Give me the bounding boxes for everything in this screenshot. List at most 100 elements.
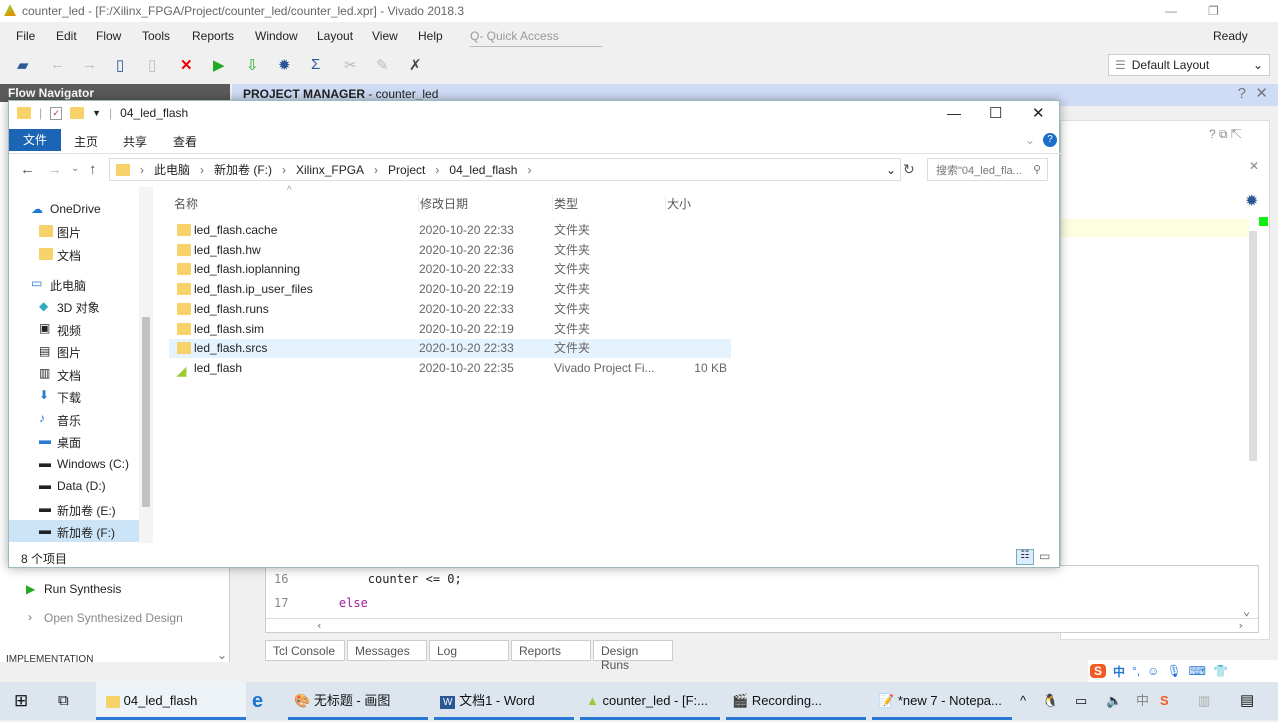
nav-onedrive[interactable]: OneDrive xyxy=(50,202,101,216)
tray-expand-icon[interactable]: ^ xyxy=(1020,682,1026,720)
sogou-tray-icon[interactable]: S xyxy=(1160,682,1169,720)
horizontal-scrollbar[interactable]: ‹ › xyxy=(266,618,1258,632)
action-center-icon[interactable]: ▤ xyxy=(1240,682,1254,720)
nav-drive-e[interactable]: 新加卷 (E:) xyxy=(57,502,116,519)
taskbar-vivado[interactable]: ▲ counter_led - [F:... xyxy=(580,682,720,720)
breadcrumb-item[interactable]: 新加卷 (F:) xyxy=(214,161,272,178)
scroll-down-icon[interactable]: ⌄ xyxy=(217,648,227,662)
tool2-icon[interactable]: ✎ xyxy=(376,56,389,74)
tool-icon[interactable]: ✂ xyxy=(344,56,357,74)
close-icon[interactable]: ✕ xyxy=(1255,84,1268,104)
menu-file[interactable]: File xyxy=(16,29,35,43)
panel-close-icon[interactable]: ✕ xyxy=(1249,159,1259,173)
file-row[interactable]: led_flash.runs 2020-10-20 22:33 文件夹 xyxy=(169,300,731,319)
col-type[interactable]: 类型 xyxy=(552,195,578,212)
task-view-button[interactable]: ⧉ xyxy=(58,682,69,720)
menu-layout[interactable]: Layout xyxy=(317,29,353,43)
punct-icon[interactable]: °, xyxy=(1132,664,1140,678)
col-date[interactable]: 修改日期 xyxy=(418,195,468,212)
nav-videos[interactable]: 视频 xyxy=(57,322,81,339)
nav-drive-c[interactable]: Windows (C:) xyxy=(57,457,129,471)
nav-pictures-pc[interactable]: 图片 xyxy=(57,344,81,361)
open-synthesized-design[interactable]: Open Synthesized Design xyxy=(44,611,183,625)
breadcrumb-item[interactable]: 此电脑 xyxy=(154,161,190,178)
tab-reports[interactable]: Reports xyxy=(511,640,591,661)
cancel-tool-icon[interactable]: ✗ xyxy=(409,56,422,74)
breadcrumb-item[interactable]: Project xyxy=(388,163,425,177)
nav-documents-pc[interactable]: 文档 xyxy=(57,367,81,384)
customize-dropdown-icon[interactable]: ▼ xyxy=(92,108,101,118)
nav-documents[interactable]: 文档 xyxy=(57,247,81,264)
ime-tray-icon[interactable]: 中 xyxy=(1136,682,1149,720)
tab-log[interactable]: Log xyxy=(429,640,509,661)
menu-edit[interactable]: Edit xyxy=(56,29,77,43)
ime-mode[interactable]: 中 xyxy=(1113,663,1125,680)
nav-pictures[interactable]: 图片 xyxy=(57,224,81,241)
col-name[interactable]: 名称 xyxy=(174,195,198,212)
keyboard-icon[interactable]: ⌨ xyxy=(1189,664,1206,678)
col-size[interactable]: 大小 xyxy=(665,195,691,212)
paste-icon[interactable]: ▯ xyxy=(148,56,156,74)
maximize-button[interactable]: ☐ xyxy=(989,104,1002,122)
nav-drive-d[interactable]: Data (D:) xyxy=(57,479,106,493)
run-icon[interactable]: ▶ xyxy=(213,56,225,74)
gear-icon[interactable]: ✹ xyxy=(1245,191,1258,211)
details-view-icon[interactable]: ☷ xyxy=(1016,549,1034,565)
edge-icon[interactable]: e xyxy=(252,682,263,720)
address-dropdown-icon[interactable]: ⌄ xyxy=(886,163,896,177)
scroll-down-icon[interactable]: ⌄ xyxy=(1243,604,1250,618)
breadcrumb-item[interactable]: Xilinx_FPGA xyxy=(296,163,364,177)
copy-icon[interactable]: ▯ xyxy=(116,56,124,74)
menu-window[interactable]: Window xyxy=(255,29,298,43)
sigma-icon[interactable]: Σ xyxy=(311,56,320,73)
minimize-button[interactable]: — xyxy=(947,105,961,121)
restore-button[interactable]: ❐ xyxy=(1208,0,1219,22)
nav-downloads[interactable]: 下载 xyxy=(57,389,81,406)
tab-home[interactable]: 主页 xyxy=(74,133,98,150)
start-button[interactable]: ⊞ xyxy=(14,682,28,720)
battery-icon[interactable]: ▭ xyxy=(1075,682,1087,720)
layout-select[interactable]: ☰ Default Layout ⌄ xyxy=(1108,54,1270,76)
close-button[interactable]: ✕ xyxy=(1032,104,1045,122)
vertical-scrollbar[interactable] xyxy=(1249,231,1257,461)
taskbar-paint[interactable]: 🎨 无标题 - 画图 xyxy=(288,682,428,720)
nav-music[interactable]: 音乐 xyxy=(57,412,81,429)
new-folder-icon[interactable] xyxy=(70,107,85,119)
file-row[interactable]: led_flash.ip_user_files 2020-10-20 22:19… xyxy=(169,280,731,299)
recent-dropdown-icon[interactable]: ⌄ xyxy=(71,163,79,174)
skin-icon[interactable]: 👕 xyxy=(1213,664,1228,678)
minimize-button[interactable]: — xyxy=(1165,0,1177,22)
nav-desktop[interactable]: 桌面 xyxy=(57,434,81,451)
file-row[interactable]: led_flash.hw 2020-10-20 22:36 文件夹 xyxy=(169,241,731,260)
tab-view[interactable]: 查看 xyxy=(173,133,197,150)
volume-icon[interactable]: 🔈 xyxy=(1106,682,1122,720)
file-row[interactable]: ◢ led_flash 2020-10-20 22:35 Vivado Proj… xyxy=(169,359,731,378)
delete-icon[interactable]: ✕ xyxy=(180,56,193,74)
search-input[interactable]: 搜索"04_led_fla... ⚲ xyxy=(927,158,1048,181)
taskbar-word[interactable]: W 文档1 - Word xyxy=(434,682,574,720)
menu-view[interactable]: View xyxy=(372,29,398,43)
panel-help-icon[interactable]: ? ⧉ ⇱ xyxy=(1209,127,1242,142)
properties-icon[interactable]: ✓ xyxy=(50,106,63,120)
refresh-button[interactable]: ↻ xyxy=(903,161,915,178)
menu-help[interactable]: Help xyxy=(418,29,443,43)
emoji-icon[interactable]: ☺ xyxy=(1147,664,1159,678)
tab-design-runs[interactable]: Design Runs xyxy=(593,640,673,672)
tab-share[interactable]: 共享 xyxy=(123,133,147,150)
address-bar[interactable]: › 此电脑 › 新加卷 (F:) › Xilinx_FPGA › Project › 04… xyxy=(109,158,901,181)
menu-reports[interactable]: Reports xyxy=(192,29,234,43)
taskbar-notepad[interactable]: 📝 *new 7 - Notepa... xyxy=(872,682,1012,720)
file-row[interactable]: led_flash.sim 2020-10-20 22:19 文件夹 xyxy=(169,320,731,339)
expand-ribbon-icon[interactable]: ⌄ xyxy=(1025,133,1035,147)
open-icon[interactable]: ▰ xyxy=(17,56,29,74)
quick-access-input[interactable]: Q- Quick Access xyxy=(470,29,602,47)
taskbar-recording[interactable]: 🎬 Recording... xyxy=(726,682,866,720)
sogou-icon[interactable]: S xyxy=(1090,664,1107,678)
nav-this-pc[interactable]: 此电脑 xyxy=(50,277,86,294)
run-synthesis[interactable]: Run Synthesis xyxy=(44,582,121,596)
file-row[interactable]: led_flash.ioplanning 2020-10-20 22:33 文件… xyxy=(169,260,731,279)
implementation-section[interactable]: IMPLEMENTATION xyxy=(6,654,93,662)
tab-file[interactable]: 文件 xyxy=(9,129,61,151)
menu-tools[interactable]: Tools xyxy=(142,29,170,43)
large-icons-view-icon[interactable]: ▭ xyxy=(1039,549,1050,563)
